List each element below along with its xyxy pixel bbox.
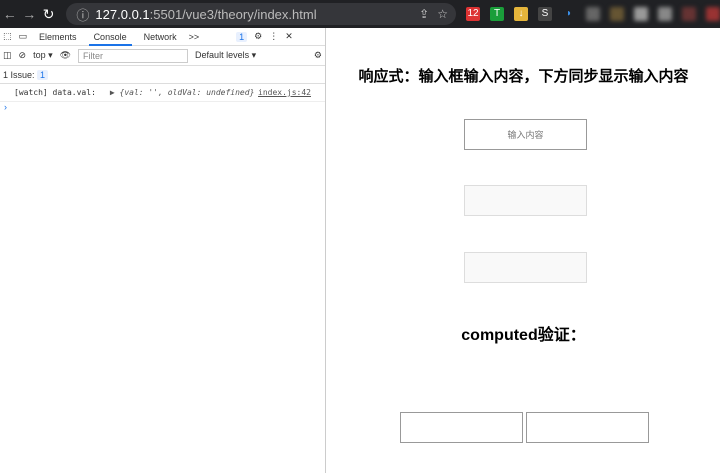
console-prompt[interactable]: › bbox=[0, 102, 325, 112]
console-settings-icon[interactable]: ⚙ bbox=[314, 50, 322, 61]
source-link[interactable]: index.js:42 bbox=[258, 88, 311, 97]
tab-network[interactable]: Network bbox=[139, 28, 182, 46]
reload-icon[interactable]: ↻ bbox=[39, 6, 58, 23]
extension-icon[interactable]: ↓ bbox=[514, 7, 528, 21]
extension-icon[interactable] bbox=[610, 7, 624, 21]
extension-icon[interactable]: S bbox=[538, 7, 552, 21]
eye-icon[interactable]: 👁 bbox=[60, 50, 71, 61]
computed-input[interactable] bbox=[400, 412, 523, 443]
browser-toolbar: ← → ↻ ⓘ 127.0.0.1:5501/vue3/theory/index… bbox=[0, 0, 720, 28]
extension-icon[interactable] bbox=[682, 7, 696, 21]
info-icon: ⓘ bbox=[76, 7, 90, 23]
more-tabs-button[interactable]: >> bbox=[189, 32, 200, 42]
share-icon[interactable]: ⇪ bbox=[419, 7, 429, 21]
extension-icon[interactable]: ◗ bbox=[562, 7, 576, 21]
sidebar-toggle-icon[interactable]: ◫ bbox=[3, 50, 12, 61]
issues-link[interactable]: 1 Issue: 1 bbox=[3, 69, 49, 80]
extension-icon[interactable] bbox=[658, 7, 672, 21]
back-icon[interactable]: ← bbox=[0, 6, 19, 22]
device-toggle-icon[interactable]: ▭ bbox=[19, 31, 28, 42]
computed-title: computed验证： bbox=[461, 327, 586, 344]
extension-icon[interactable]: T bbox=[490, 7, 504, 21]
issues-badge[interactable]: 1 bbox=[236, 31, 248, 42]
settings-icon[interactable]: ⚙ bbox=[254, 31, 262, 42]
extension-icon[interactable] bbox=[586, 7, 600, 21]
inspect-icon[interactable]: ⬚ bbox=[3, 31, 12, 42]
tab-elements[interactable]: Elements bbox=[34, 28, 82, 46]
computed-input[interactable] bbox=[526, 412, 649, 443]
forward-icon[interactable]: → bbox=[19, 6, 38, 22]
star-icon[interactable]: ☆ bbox=[437, 7, 448, 21]
page-content: 响应式：输入框输入内容，下方同步显示输入内容 输入内容 computed验证： bbox=[327, 28, 720, 473]
tab-console[interactable]: Console bbox=[88, 28, 132, 46]
context-select[interactable]: top ▾ bbox=[33, 50, 53, 61]
text-input[interactable]: 输入内容 bbox=[464, 119, 587, 150]
extension-icon[interactable]: 12 bbox=[466, 7, 480, 21]
more-icon[interactable]: ⋮ bbox=[269, 31, 278, 42]
filter-input[interactable]: Filter bbox=[78, 48, 189, 63]
address-bar[interactable]: ⓘ 127.0.0.1:5501/vue3/theory/index.html … bbox=[66, 3, 456, 25]
page-title: 响应式：输入框输入内容，下方同步显示输入内容 bbox=[358, 68, 689, 85]
close-icon[interactable]: ✕ bbox=[285, 31, 293, 42]
display-box bbox=[464, 252, 587, 283]
clear-console-icon[interactable]: ⊘ bbox=[19, 50, 27, 61]
levels-select[interactable]: Default levels ▾ bbox=[195, 50, 256, 61]
console-message: [watch] data.val: ▶ {val: '', oldVal: un… bbox=[0, 84, 325, 102]
extension-icon[interactable] bbox=[706, 7, 720, 21]
devtools-panel: ⬚ ▭ Elements Console Network >> 1 ⚙ ⋮ ✕ … bbox=[0, 28, 326, 473]
display-box bbox=[464, 185, 587, 216]
log-object[interactable]: ▶ {val: '', oldVal: undefined} bbox=[110, 88, 255, 97]
extension-icon[interactable] bbox=[634, 7, 648, 21]
